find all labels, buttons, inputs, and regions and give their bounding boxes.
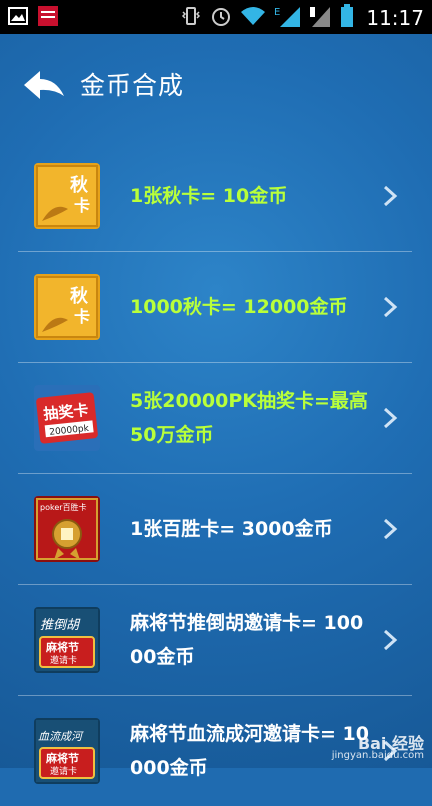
mahjong-invite-card-icon: 推倒胡 麻将节 邀请卡 [34, 607, 100, 673]
chevron-right-icon [383, 296, 398, 318]
svg-text:秋: 秋 [70, 285, 89, 307]
battery-icon [340, 4, 354, 32]
chevron-right-icon [383, 407, 398, 429]
svg-text:卡: 卡 [74, 196, 90, 215]
signal-icon: E [274, 5, 302, 31]
svg-text:卡: 卡 [74, 307, 90, 326]
svg-text:邀请卡: 邀请卡 [50, 654, 77, 666]
svg-text:推倒胡: 推倒胡 [40, 618, 81, 633]
chevron-right-icon [383, 518, 398, 540]
list-item[interactable]: 秋 卡 1000秋卡= 12000金币 [18, 252, 412, 363]
wifi-icon [240, 5, 266, 31]
alarm-icon [210, 5, 232, 31]
vibrate-icon [180, 5, 202, 31]
svg-text:麻将节: 麻将节 [45, 640, 79, 654]
page-title: 金币合成 [80, 71, 185, 100]
svg-text:秋: 秋 [70, 174, 89, 196]
chevron-right-icon [383, 185, 398, 207]
header: 金币合成 [0, 34, 432, 134]
list-item[interactable]: 推倒胡 麻将节 邀请卡 麻将节推倒胡邀请卡= 10000金币 [18, 585, 412, 696]
lottery-card-icon: 抽奖卡 20000pk [34, 385, 100, 451]
back-button[interactable] [22, 68, 66, 102]
svg-text:血流成河: 血流成河 [38, 730, 84, 743]
watermark-url: jingyan.baidu.com [331, 750, 424, 761]
back-arrow-icon [24, 71, 64, 99]
item-label: 1张秋卡= 10金币 [130, 185, 288, 207]
poker-card-icon: poker百胜卡 [34, 496, 100, 562]
mahjong-invite-card-icon: 血流成河 麻将节 邀请卡 [34, 718, 100, 784]
autumn-card-icon: 秋 卡 [34, 274, 100, 340]
app-notification-icon [38, 6, 58, 30]
image-notification-icon [8, 7, 28, 29]
item-label: 5张20000PK抽奖卡=最高50万金币 [130, 390, 368, 446]
autumn-card-icon: 秋 卡 [34, 163, 100, 229]
status-bar: E 11:17 [0, 0, 432, 34]
svg-text:邀请卡: 邀请卡 [50, 765, 77, 777]
watermark: Bai 经验 jingyan.baidu.com [331, 734, 424, 762]
svg-text:poker百胜卡: poker百胜卡 [40, 502, 87, 512]
item-label: 1000秋卡= 12000金币 [130, 296, 348, 318]
svg-text:麻将节: 麻将节 [45, 751, 79, 765]
list-item[interactable]: 抽奖卡 20000pk 5张20000PK抽奖卡=最高50万金币 [18, 363, 412, 474]
list-item[interactable]: 秋 卡 1张秋卡= 10金币 [18, 140, 412, 252]
signal-2-icon [310, 5, 332, 31]
clock: 11:17 [366, 6, 424, 30]
app-screen: 金币合成 秋 卡 1张秋卡= 10金币 秋 卡 1000秋卡= 12000金币 … [0, 34, 432, 784]
chevron-right-icon [383, 629, 398, 651]
item-label: 1张百胜卡= 3000金币 [130, 518, 333, 540]
watermark-brand: Bai 经验 [357, 734, 424, 753]
svg-text:E: E [274, 7, 280, 18]
coin-exchange-list: 秋 卡 1张秋卡= 10金币 秋 卡 1000秋卡= 12000金币 抽奖卡 2… [18, 140, 412, 806]
list-item[interactable]: poker百胜卡 1张百胜卡= 3000金币 [18, 474, 412, 585]
item-label: 麻将节推倒胡邀请卡= 10000金币 [130, 612, 364, 668]
